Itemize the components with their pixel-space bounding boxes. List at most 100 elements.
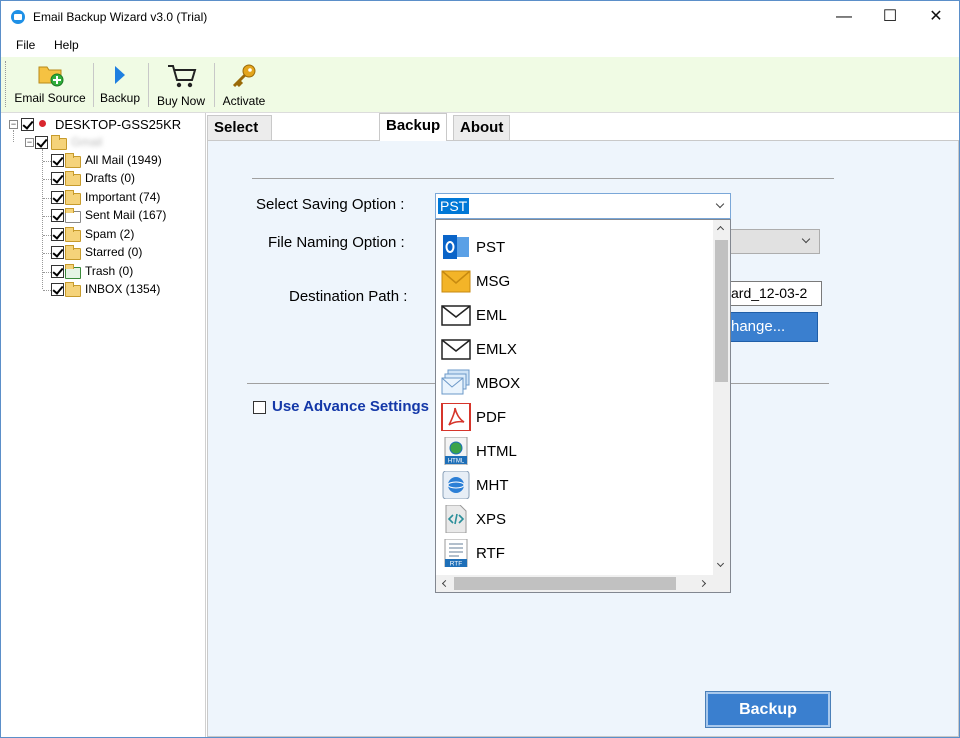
activate-button[interactable]: Activate xyxy=(218,57,270,111)
dropdown-option-html[interactable]: HTML HTML xyxy=(436,434,714,468)
divider xyxy=(252,178,834,179)
svg-text:HTML: HTML xyxy=(448,459,465,465)
inbox-icon xyxy=(65,282,81,297)
app-window: Email Backup Wizard v3.0 (Trial) — ☐ ✕ F… xyxy=(0,0,960,738)
toolbar: Email Source Backup Buy Now Activate xyxy=(1,57,959,113)
scroll-left-icon[interactable] xyxy=(441,579,450,588)
horizontal-scroll-thumb[interactable] xyxy=(454,577,676,590)
splitter[interactable] xyxy=(205,113,206,737)
dropdown-option-rtf[interactable]: RTF RTF xyxy=(436,536,714,570)
tree-account-label: Gmail xyxy=(71,135,103,149)
collapse-icon[interactable]: − xyxy=(9,120,18,129)
buy-now-button[interactable]: Buy Now xyxy=(152,57,210,111)
dropdown-option-msg[interactable]: MSG xyxy=(436,264,714,298)
envelope-icon xyxy=(441,305,471,326)
html-icon: HTML xyxy=(444,437,468,465)
dropdown-option-pdf[interactable]: PDF xyxy=(436,400,714,434)
app-logo-icon xyxy=(11,10,25,24)
backup-toolbar-label: Backup xyxy=(99,91,141,105)
dropdown-option-label: XPS xyxy=(476,511,507,528)
tree-account[interactable]: − Gmail xyxy=(23,134,203,152)
tree-folder[interactable]: INBOX (1354) xyxy=(43,281,203,299)
title-bar: Email Backup Wizard v3.0 (Trial) — ☐ ✕ xyxy=(1,1,959,33)
dropdown-option-eml[interactable]: EML xyxy=(436,298,714,332)
root-checkbox[interactable] xyxy=(21,118,34,131)
play-arrow-icon xyxy=(115,66,125,84)
tree-folder[interactable]: Important (74) xyxy=(43,189,203,207)
tab-about[interactable]: About xyxy=(453,115,511,140)
tree-folder[interactable]: Trash (0) xyxy=(43,263,203,281)
dropdown-option-mht[interactable]: MHT xyxy=(436,468,714,502)
folder-icon xyxy=(65,227,81,242)
folder-checkbox[interactable] xyxy=(51,191,64,204)
email-source-button[interactable]: Email Source xyxy=(11,57,89,111)
maximize-button[interactable]: ☐ xyxy=(867,1,913,33)
tab-select-email-source[interactable]: Select Email Source xyxy=(207,115,272,184)
folder-icon xyxy=(65,245,81,260)
scroll-up-icon[interactable] xyxy=(716,225,725,234)
tree-folder[interactable]: Spam (2) xyxy=(43,226,203,244)
mht-icon xyxy=(442,471,470,499)
vertical-scroll-thumb[interactable] xyxy=(715,240,728,382)
file-naming-select[interactable] xyxy=(730,229,820,254)
file-naming-label: File Naming Option : xyxy=(268,234,405,251)
dropdown-option-label: EMLX xyxy=(476,341,517,358)
email-source-label: Email Source xyxy=(14,91,86,105)
folder-checkbox[interactable] xyxy=(51,209,64,222)
advance-settings-checkbox[interactable] xyxy=(253,401,266,414)
scroll-right-icon[interactable] xyxy=(698,579,707,588)
dropdown-option-label: MSG xyxy=(476,273,511,290)
envelope-yellow-icon xyxy=(441,270,471,293)
menu-help[interactable]: Help xyxy=(54,38,79,52)
folder-checkbox[interactable] xyxy=(51,265,64,278)
horizontal-scrollbar[interactable] xyxy=(436,575,713,592)
tree-folder[interactable]: Sent Mail (167) xyxy=(43,207,203,225)
close-button[interactable]: ✕ xyxy=(913,1,959,33)
advance-settings-label[interactable]: Use Advance Settings xyxy=(272,398,429,415)
key-icon xyxy=(232,64,256,88)
tree-folder[interactable]: All Mail (1949) xyxy=(43,152,203,170)
folder-checkbox[interactable] xyxy=(51,283,64,296)
backup-toolbar-button[interactable]: Backup xyxy=(97,57,143,111)
destination-path-input[interactable]: ard_12-03-2 xyxy=(730,281,822,306)
saving-option-value: PST xyxy=(438,198,470,214)
account-checkbox[interactable] xyxy=(35,136,48,149)
folder-checkbox[interactable] xyxy=(51,172,64,185)
toolbar-grip xyxy=(5,61,6,107)
buy-now-label: Buy Now xyxy=(156,94,206,108)
change-path-label: hange... xyxy=(731,318,786,335)
folder-checkbox[interactable] xyxy=(51,246,64,259)
svg-text:RTF: RTF xyxy=(450,561,463,568)
computer-icon xyxy=(39,120,46,127)
folder-label: INBOX (1354) xyxy=(85,282,161,296)
saving-option-label: Select Saving Option : xyxy=(256,196,405,213)
menu-file[interactable]: File xyxy=(16,38,35,52)
folder-label: Starred (0) xyxy=(85,245,143,259)
toolbar-separator xyxy=(93,63,94,107)
toolbar-separator xyxy=(148,63,149,107)
saving-option-select[interactable]: PST xyxy=(435,193,731,219)
folder-checkbox[interactable] xyxy=(51,154,64,167)
folder-label: Trash (0) xyxy=(85,264,134,278)
xps-icon xyxy=(445,505,467,533)
tree-folder[interactable]: Drafts (0) xyxy=(43,170,203,188)
dropdown-option-emlx[interactable]: EMLX xyxy=(436,332,714,366)
folder-checkbox[interactable] xyxy=(51,228,64,241)
vertical-scrollbar[interactable] xyxy=(713,220,730,576)
folder-label: All Mail (1949) xyxy=(85,153,162,167)
dropdown-option-pst[interactable]: PST xyxy=(436,230,714,264)
account-folder-icon xyxy=(51,135,67,150)
folder-label: Sent Mail (167) xyxy=(85,208,167,222)
collapse-icon[interactable]: − xyxy=(25,138,34,147)
change-path-button[interactable]: hange... xyxy=(730,312,818,342)
scroll-down-icon[interactable] xyxy=(716,559,725,568)
destination-path-value: ard_12-03-2 xyxy=(731,285,808,301)
saving-option-dropdown-list: PST MSG EML EMLX MBOX PDF HTML HTML MHT … xyxy=(435,219,731,593)
minimize-button[interactable]: — xyxy=(821,1,867,33)
tree-folder[interactable]: Starred (0) xyxy=(43,244,203,262)
dropdown-option-mbox[interactable]: MBOX xyxy=(436,366,714,400)
mbox-icon xyxy=(441,369,470,395)
backup-button[interactable]: Backup xyxy=(705,691,831,728)
dropdown-option-xps[interactable]: XPS xyxy=(436,502,714,536)
tab-backup[interactable]: Backup xyxy=(379,113,448,141)
